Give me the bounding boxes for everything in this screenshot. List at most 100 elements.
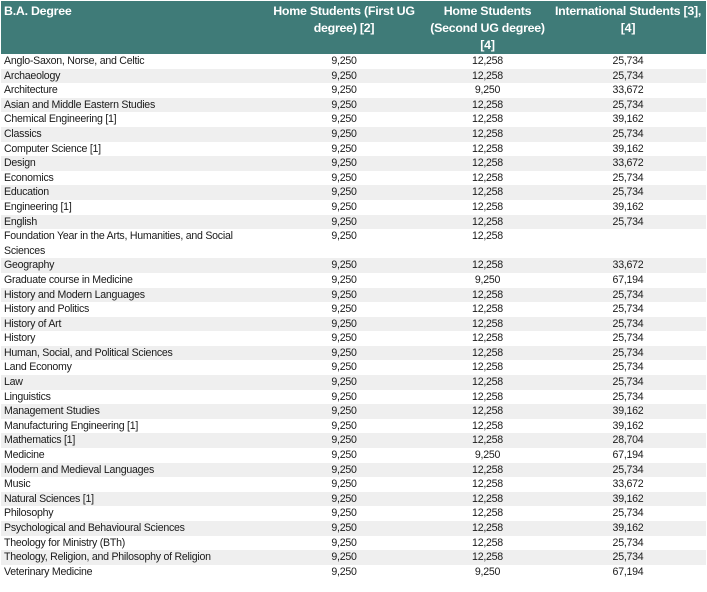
table-row: History and Modern Languages 9,250 12,258 2… (1, 287, 706, 303)
international-fee: 25,734 (612, 98, 644, 111)
home-first-fee: 9,250 (331, 522, 357, 534)
table-row: Law 9,250 12,258 25,734 (1, 375, 706, 390)
home-first-fee: 9,250 (331, 346, 357, 359)
degree-name: Land Economy (4, 361, 72, 374)
table-row: Foundation Year in the Arts, Humanities,… (1, 229, 706, 258)
home-first-fee: 9,250 (331, 463, 357, 476)
home-first-fee: 9,250 (331, 565, 357, 578)
home-second-fee: 12,258 (472, 200, 503, 213)
home-first-fee: 9,250 (331, 507, 357, 520)
header-degree: B.A. Degree (4, 4, 72, 18)
table-row: Theology for Ministry (BTh) 9,250 12,258 25… (1, 536, 706, 551)
table-row: Manufacturing Engineering [1] 9,250 12,258… (1, 419, 706, 434)
international-fee: 25,734 (612, 288, 644, 301)
international-fee: 25,734 (612, 55, 644, 67)
international-fee: 25,734 (612, 69, 644, 82)
home-second-fee: 12,258 (472, 186, 503, 199)
home-second-fee: 12,258 (472, 317, 503, 330)
home-first-fee: 9,250 (331, 142, 357, 155)
degree-name: Mathematics [1] (4, 434, 76, 447)
international-fee: 25,734 (612, 463, 644, 476)
international-fee: 33,672 (612, 84, 644, 97)
degree-name: Foundation Year in the Arts, Humanities,… (4, 230, 233, 257)
home-first-fee: 9,250 (331, 361, 357, 374)
international-fee: 25,734 (612, 127, 644, 140)
international-fee: 25,734 (612, 186, 644, 199)
degree-name: Theology, Religion, and Philosophy of Re… (4, 551, 211, 564)
home-second-fee: 12,258 (472, 492, 503, 505)
home-second-fee: 12,258 (472, 522, 503, 534)
degree-name: Law (4, 376, 23, 389)
home-first-fee: 9,250 (331, 303, 357, 316)
home-second-fee: 12,258 (472, 478, 503, 491)
international-fee: 67,194 (612, 565, 644, 578)
degree-name: Anglo-Saxon, Norse, and Celtic (4, 55, 145, 67)
home-second-fee: 12,258 (472, 127, 503, 140)
table-row: History of Art 9,250 12,258 25,734 (1, 316, 706, 332)
home-first-fee: 9,250 (331, 478, 357, 491)
home-second-fee: 12,258 (472, 361, 503, 374)
home-second-fee: 12,258 (472, 390, 503, 403)
home-second-fee: 9,250 (474, 84, 501, 97)
home-second-fee: 12,258 (472, 332, 503, 345)
home-first-fee: 9,250 (331, 288, 357, 301)
table-row: Mathematics [1] 9,250 12,258 28,704 (1, 433, 706, 449)
degree-name: Archaeology (4, 69, 61, 82)
international-fee: 39,162 (612, 113, 644, 126)
international-fee: 25,734 (612, 507, 644, 520)
international-fee: 39,162 (612, 492, 644, 505)
home-second-fee: 12,258 (472, 55, 503, 67)
home-first-fee: 9,250 (331, 390, 357, 403)
home-second-fee: 12,258 (472, 230, 503, 243)
home-second-fee: 12,258 (472, 259, 503, 272)
header-home-first: Home Students (First UG degree) [2] (273, 4, 415, 35)
degree-name: History and Politics (4, 303, 90, 316)
international-fee: 25,734 (612, 376, 644, 389)
degree-name: Modern and Medieval Languages (4, 463, 155, 476)
international-fee: 39,162 (612, 142, 644, 155)
degree-name: Psychological and Behavioural Sciences (4, 522, 185, 534)
degree-name: Linguistics (4, 390, 51, 403)
home-first-fee: 9,250 (331, 215, 357, 228)
international-fee: 25,734 (612, 346, 644, 359)
table-row: Engineering [1] 9,250 12,258 39,162 (1, 200, 706, 215)
table-row: Veterinary Medicine 9,250 9,250 67,194 (1, 565, 706, 580)
degree-name: Asian and Middle Eastern Studies (4, 98, 155, 111)
degree-name: Philosophy (4, 507, 54, 520)
degree-name: Design (4, 157, 36, 170)
table-row: Computer Science [1] 9,250 12,258 39,162 (1, 142, 706, 157)
home-first-fee: 9,250 (331, 171, 357, 184)
home-first-fee: 9,250 (331, 317, 357, 330)
degree-name: Engineering [1] (4, 200, 72, 213)
table-row: Design 9,250 12,258 33,672 (1, 156, 706, 171)
fees-table: B.A. Degree Home Students (First UG degr… (1, 1, 706, 579)
home-second-fee: 12,258 (472, 98, 503, 111)
table-row: Education 9,250 12,258 25,734 (1, 185, 706, 200)
table-row: History and Politics 9,250 12,258 25,734 (1, 302, 706, 317)
home-first-fee: 9,250 (331, 84, 357, 97)
home-first-fee: 9,250 (331, 449, 357, 462)
table-row: Theology, Religion, and Philosophy of Re… (1, 550, 706, 565)
table-row: Land Economy 9,250 12,258 25,734 (1, 360, 706, 375)
international-fee: 28,704 (612, 434, 644, 447)
table-row: Philosophy 9,250 12,258 25,734 (1, 506, 706, 521)
home-second-fee: 12,258 (472, 288, 503, 301)
table-row: Natural Sciences [1] 9,250 12,258 39,162 (1, 491, 706, 507)
degree-name: Management Studies (4, 405, 100, 418)
home-second-fee: 12,258 (472, 536, 503, 549)
home-first-fee: 9,250 (331, 230, 357, 243)
degree-name: Music (4, 478, 31, 491)
home-first-fee: 9,250 (331, 200, 357, 213)
degree-name: Veterinary Medicine (4, 565, 93, 578)
home-second-fee: 12,258 (472, 303, 503, 316)
international-fee: 67,194 (612, 273, 644, 286)
degree-name: Manufacturing Engineering [1] (4, 419, 139, 432)
table-row: Chemical Engineering [1] 9,250 12,258 39,16… (1, 112, 706, 127)
home-first-fee: 9,250 (331, 69, 357, 82)
home-second-fee: 12,258 (472, 419, 503, 432)
table-row: Human, Social, and Political Sciences 9,2… (1, 345, 706, 361)
home-second-fee: 12,258 (472, 405, 503, 418)
international-fee: 25,734 (612, 215, 644, 228)
home-first-fee: 9,250 (331, 551, 357, 564)
home-first-fee: 9,250 (331, 419, 357, 432)
